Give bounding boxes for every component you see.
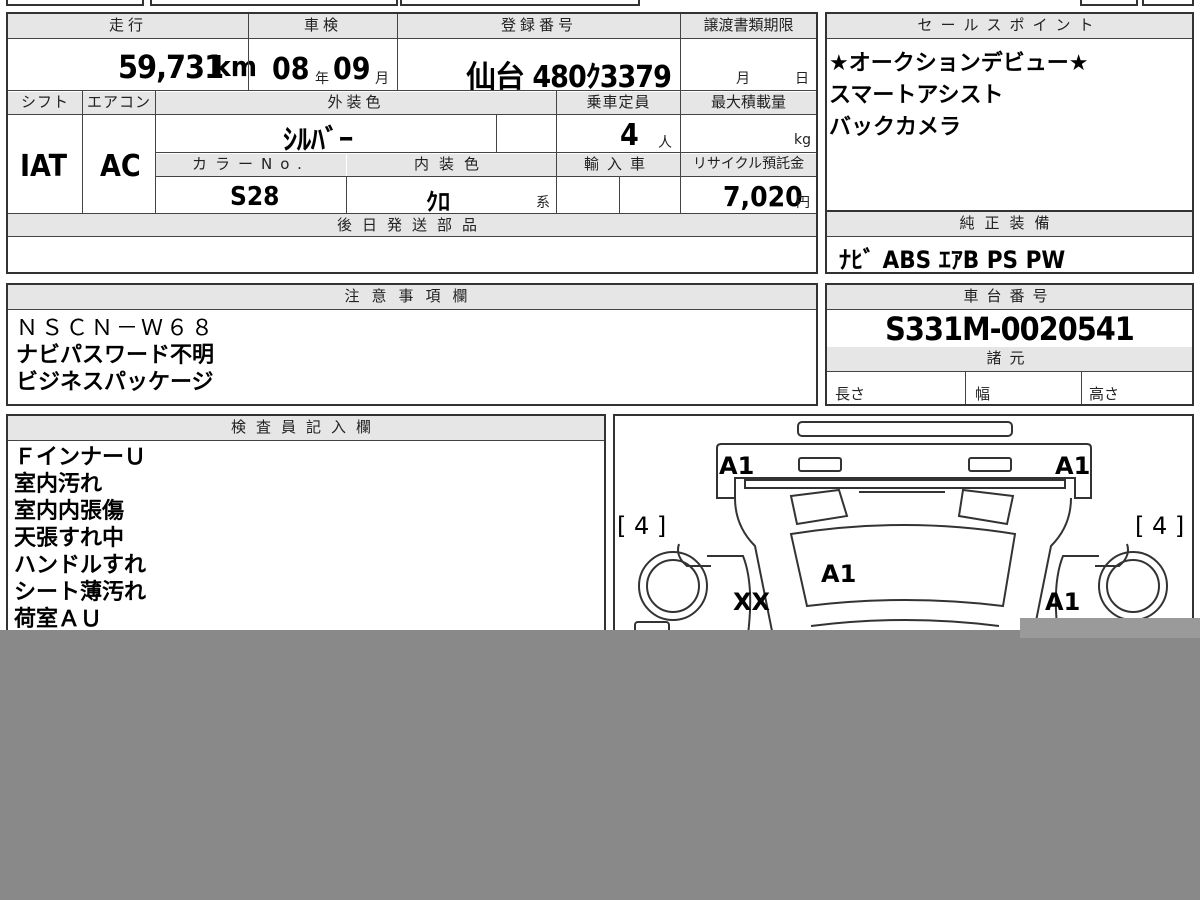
inspector-item: 荷室ＡＵ — [14, 607, 103, 632]
vehicle-info-table: 走行 車検 登録番号 譲渡書類期限 59,731 km 08 年 09 月 仙台… — [6, 12, 818, 274]
sales-point-item: スマートアシスト — [829, 83, 1004, 108]
exterior-color-header: 外装色 — [156, 92, 556, 114]
masked-area — [0, 630, 1200, 900]
color-no-header: カラーNo. — [156, 154, 346, 176]
inspector-item: ＦインナーＵ — [14, 445, 147, 470]
diagram-front-right: A1 — [1055, 452, 1090, 480]
shift-header: シフト — [8, 92, 82, 114]
sales-points-header: セールスポイント — [827, 14, 1192, 38]
diagram-bracket-right: [ 4 ] — [1135, 512, 1184, 540]
registration-header: 登録番号 — [398, 14, 680, 38]
recycle-fee-value: 7,020 — [723, 180, 803, 213]
diagram-hood: A1 — [821, 560, 856, 588]
inspector-header: 検査員記入欄 — [8, 416, 604, 440]
shift-value: IAT — [20, 149, 68, 184]
chassis-no-value: S331M-0020541 — [885, 310, 1135, 348]
mileage-header: 走行 — [8, 14, 248, 38]
sales-points-panel: セールスポイント ★オークションデビュー★ スマートアシスト バックカメラ — [825, 12, 1194, 212]
spec-width-label: 幅 — [975, 385, 991, 403]
masked-light-patch — [1020, 618, 1200, 638]
top-strip — [0, 0, 1200, 6]
interior-color-unit: 系 — [536, 195, 550, 211]
aircon-value: AC — [100, 149, 141, 184]
diagram-right-fender: A1 — [1045, 588, 1080, 616]
inspector-item: ハンドルすれ — [14, 553, 147, 578]
inspection-header: 車検 — [249, 14, 397, 38]
chassis-no-header: 車台番号 — [827, 285, 1192, 309]
inspection-year: 08 — [272, 52, 310, 87]
deadline-day-unit: 日 — [795, 71, 809, 87]
later-parts-header: 後日発送部品 — [8, 214, 816, 236]
chassis-panel: 車台番号 S331M-0020541 諸元 長さ 幅 高さ — [825, 283, 1194, 406]
inspection-month-unit: 月 — [375, 71, 389, 87]
specs-header: 諸元 — [827, 347, 1192, 371]
sales-points-list: ★オークションデビュー★ スマートアシスト バックカメラ — [829, 48, 1088, 144]
inspector-item: シート薄汚れ — [14, 580, 147, 605]
color-no-value: S28 — [230, 182, 280, 212]
capacity-value: 4 — [620, 118, 639, 153]
inspector-item: 天張すれ中 — [14, 526, 125, 551]
import-header: 輸入車 — [557, 154, 680, 176]
transfer-deadline-header: 譲渡書類期限 — [681, 14, 816, 38]
interior-color-value: ｸﾛ — [426, 188, 450, 216]
sales-point-item: バックカメラ — [829, 115, 962, 140]
spec-height-label: 高さ — [1089, 385, 1120, 403]
inspector-item: 室内汚れ — [14, 472, 103, 497]
recycle-header: リサイクル預託金 — [681, 154, 816, 176]
deadline-month-unit: 月 — [736, 71, 750, 87]
diagram-left-fender: XX — [733, 588, 771, 616]
max-load-unit: kg — [794, 132, 811, 148]
inspector-item: 室内内張傷 — [14, 499, 125, 524]
car-diagram: A1 A1 [ 4 ] [ 4 ] A1 XX A1 — [617, 421, 1184, 647]
note-item: ナビパスワード不明 — [16, 343, 215, 368]
note-item: ＮＳＣＮ－Ｗ６８ — [16, 316, 217, 341]
inspection-month: 09 — [333, 52, 371, 87]
notes-panel: 注意事項欄 ＮＳＣＮ－Ｗ６８ ナビパスワード不明 ビジネスパッケージ — [6, 283, 818, 406]
diagram-bracket-left: [ 4 ] — [617, 512, 666, 540]
inspector-panel: 検査員記入欄 ＦインナーＵ 室内汚れ 室内内張傷 天張すれ中 ハンドルすれ シー… — [6, 414, 606, 654]
inspection-year-unit: 年 — [315, 71, 329, 87]
capacity-unit: 人 — [658, 135, 672, 151]
capacity-header: 乗車定員 — [557, 92, 680, 114]
sales-point-item: ★オークションデビュー★ — [829, 51, 1089, 76]
mileage-unit: km — [214, 50, 257, 83]
notes-header: 注意事項欄 — [8, 285, 816, 309]
genuine-equipment-value: ﾅﾋﾞ ABS ｴｱB PS PW — [839, 246, 1066, 274]
interior-color-header: 内装色 — [347, 154, 556, 176]
notes-list: ＮＳＣＮ－Ｗ６８ ナビパスワード不明 ビジネスパッケージ — [16, 315, 216, 396]
spec-length-label: 長さ — [835, 385, 866, 403]
mileage-value: 59,731 — [118, 48, 224, 86]
aircon-header: エアコン — [83, 92, 155, 114]
inspector-list: ＦインナーＵ 室内汚れ 室内内張傷 天張すれ中 ハンドルすれ シート薄汚れ 荷室… — [14, 444, 146, 633]
note-item: ビジネスパッケージ — [16, 370, 214, 395]
max-load-header: 最大積載量 — [681, 92, 816, 114]
genuine-equipment-panel: 純正装備 ﾅﾋﾞ ABS ｴｱB PS PW — [825, 212, 1194, 274]
genuine-equipment-header: 純正装備 — [827, 212, 1192, 236]
diagram-front-left: A1 — [719, 452, 754, 480]
recycle-unit: 円 — [796, 195, 810, 211]
